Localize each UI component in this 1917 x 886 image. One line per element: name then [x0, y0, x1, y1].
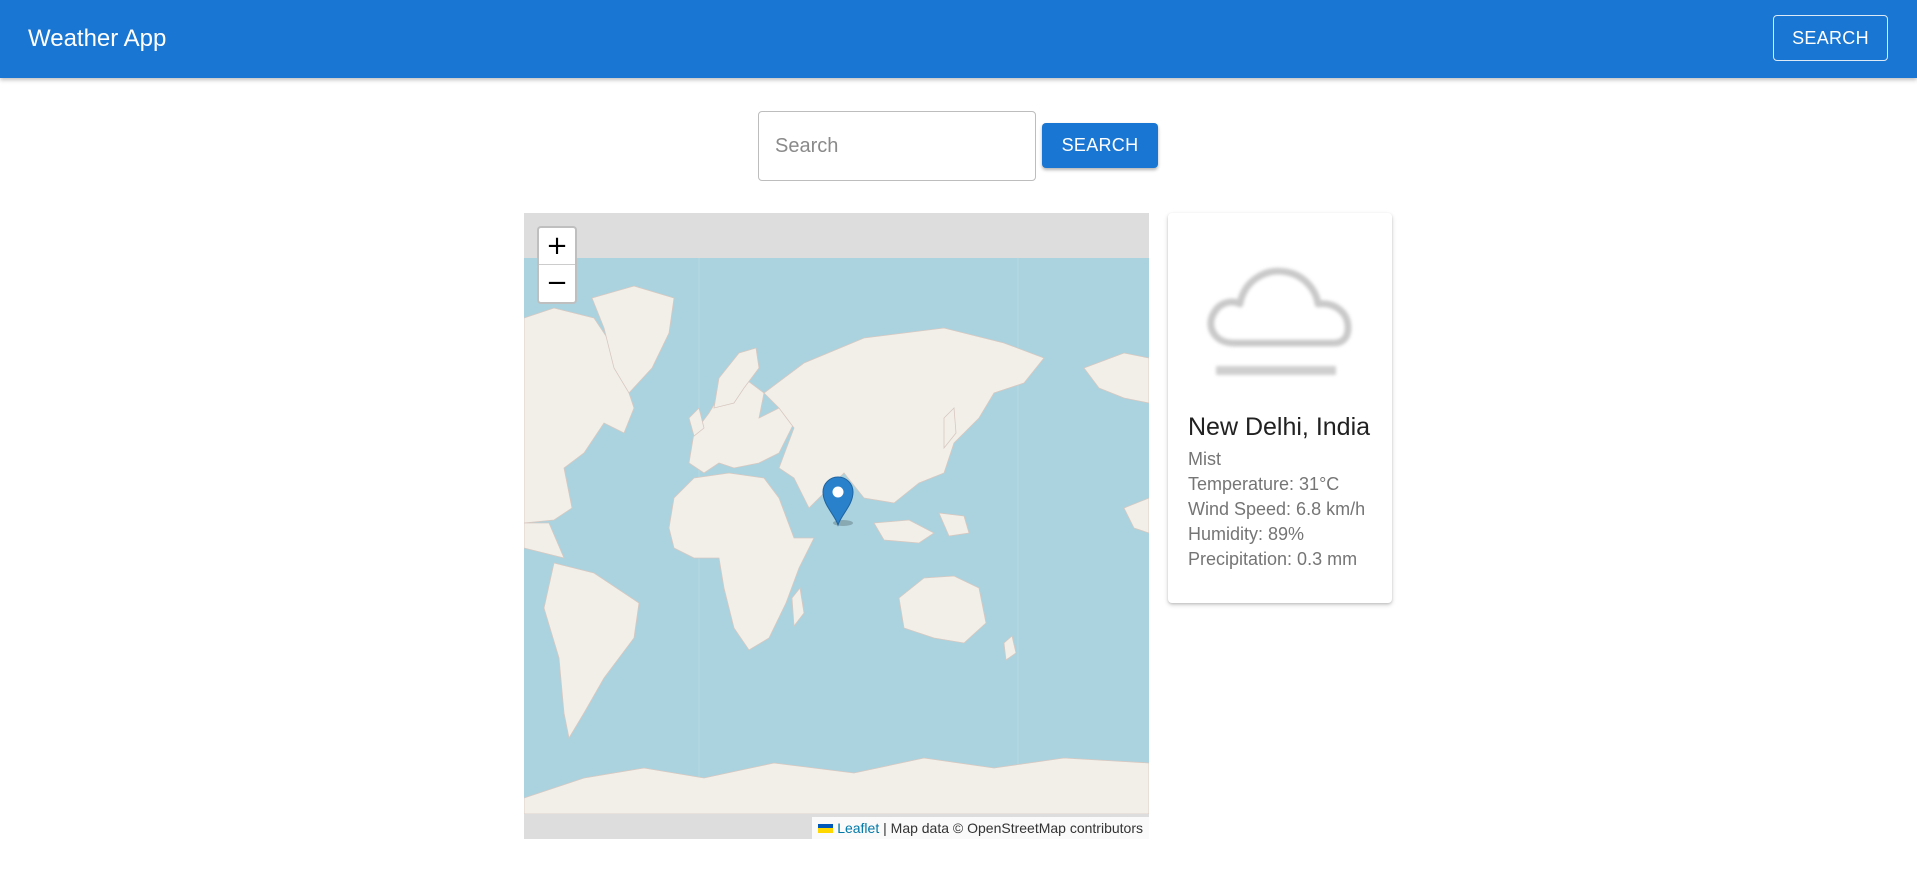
humidity: Humidity: 89%	[1188, 524, 1305, 544]
weather-card: New Delhi, India Mist Temperature: 31°C …	[1168, 213, 1392, 603]
zoom-out-button[interactable]: −	[539, 265, 575, 302]
leaflet-link[interactable]: Leaflet	[837, 820, 879, 836]
weather-condition: Mist	[1188, 449, 1221, 469]
zoom-control: + −	[537, 226, 577, 304]
app-bar: Weather App SEARCH	[0, 0, 1917, 78]
zoom-in-button[interactable]: +	[539, 228, 575, 265]
map[interactable]: + − Leaflet | Map data © OpenStreetMap c…	[524, 213, 1149, 839]
app-title: Weather App	[28, 25, 167, 52]
map-pin-icon[interactable]	[821, 475, 855, 527]
precipitation: Precipitation: 0.3 mm	[1188, 549, 1358, 569]
attribution-text: | Map data © OpenStreetMap contributors	[879, 820, 1143, 836]
mist-cloud-icon	[1207, 267, 1352, 375]
header-search-button[interactable]: SEARCH	[1773, 15, 1888, 61]
ukraine-flag-icon	[818, 823, 834, 833]
map-attribution: Leaflet | Map data © OpenStreetMap contr…	[812, 817, 1149, 839]
search-input[interactable]	[758, 111, 1036, 181]
search-button[interactable]: SEARCH	[1042, 123, 1158, 168]
city-name: New Delhi, India	[1188, 413, 1371, 441]
wind-speed: Wind Speed: 6.8 km/h	[1188, 499, 1366, 519]
world-map-tiles[interactable]	[524, 258, 1149, 814]
temperature: Temperature: 31°C	[1188, 474, 1340, 494]
